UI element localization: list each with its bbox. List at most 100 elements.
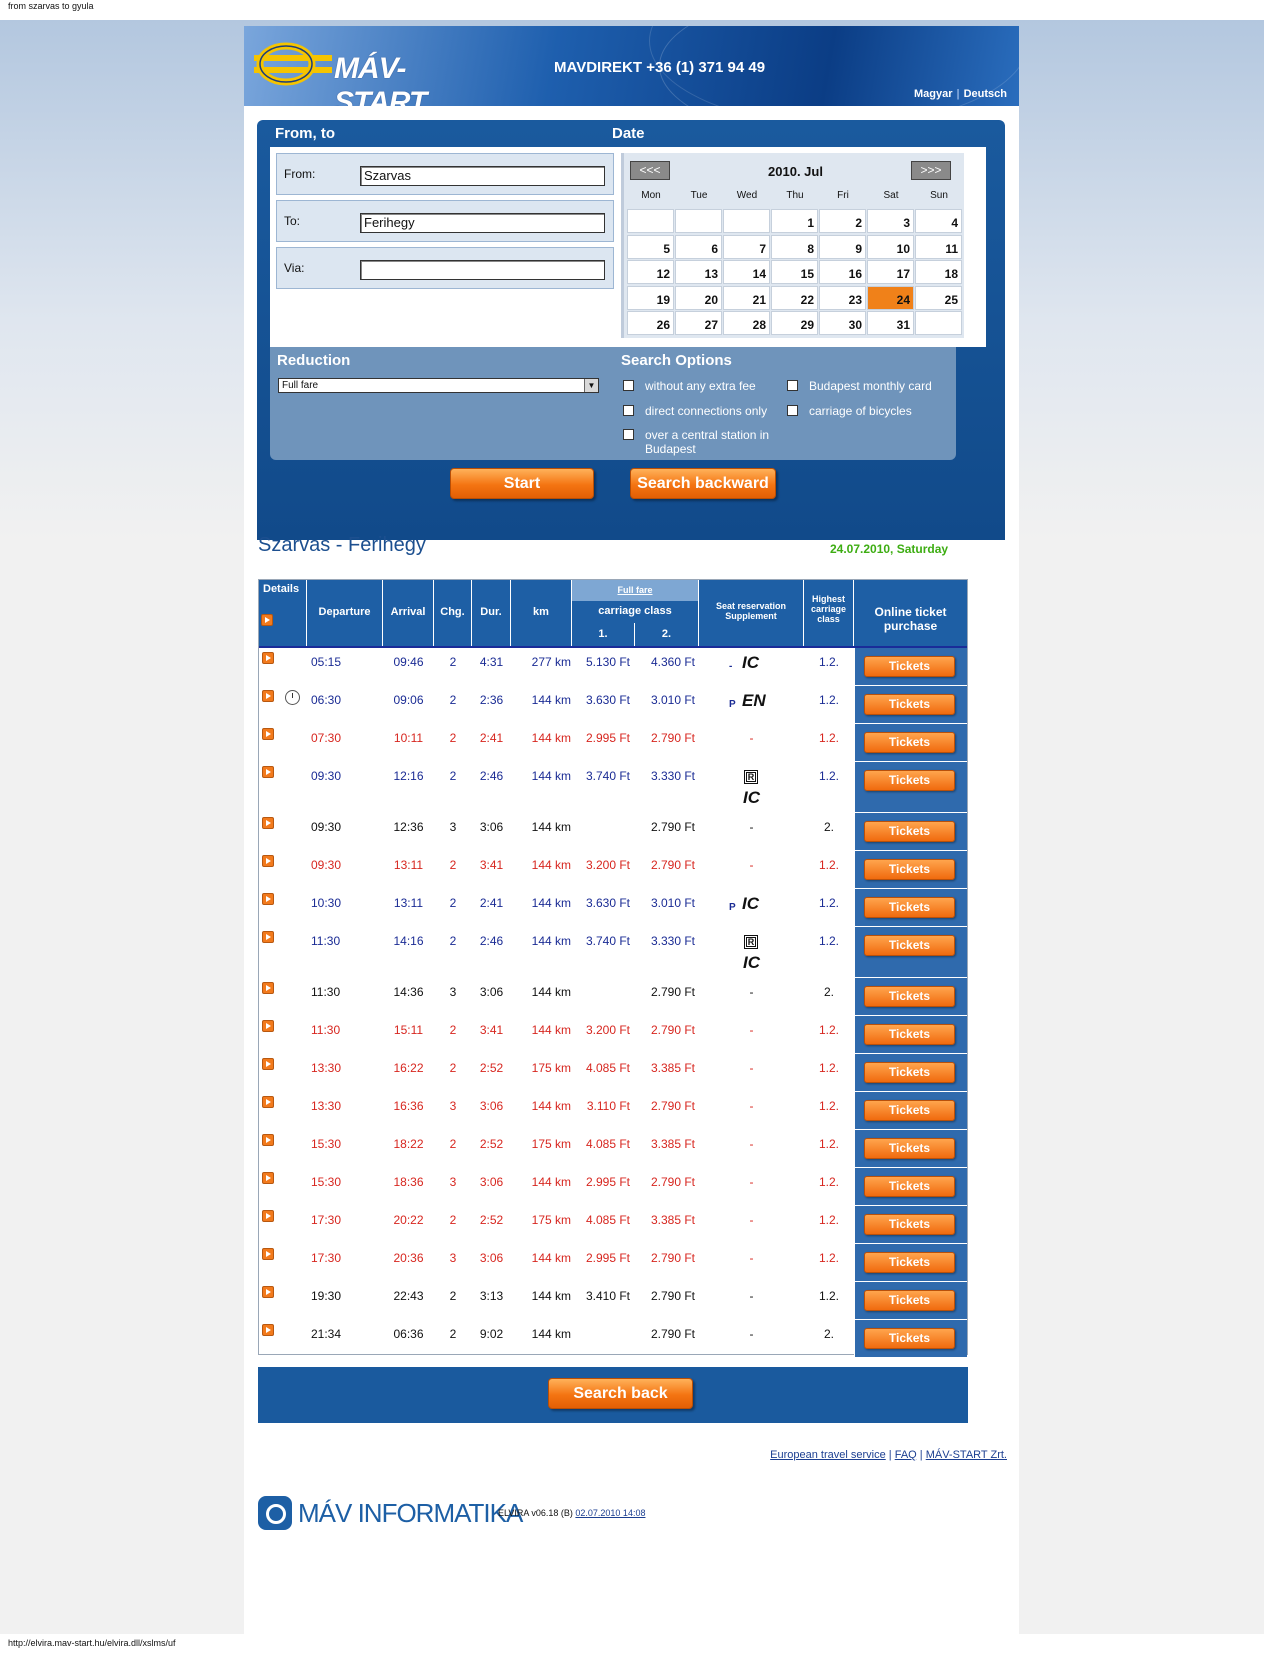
- calendar-day-3[interactable]: 3: [867, 209, 914, 233]
- calendar-day-28[interactable]: 28: [723, 311, 770, 335]
- calendar-day-21[interactable]: 21: [723, 285, 770, 310]
- play-icon[interactable]: [262, 1058, 274, 1070]
- checkbox[interactable]: [623, 405, 634, 416]
- play-icon[interactable]: [262, 817, 274, 829]
- tickets-button[interactable]: Tickets: [864, 1328, 955, 1349]
- cell-chg: 2: [449, 1137, 457, 1151]
- play-icon[interactable]: [262, 1134, 274, 1146]
- tickets-button[interactable]: Tickets: [864, 935, 955, 956]
- calendar-day-13[interactable]: 13: [675, 260, 722, 284]
- calendar-day-11[interactable]: 11: [915, 234, 962, 259]
- calendar-day-7[interactable]: 7: [723, 234, 770, 259]
- play-icon[interactable]: [262, 1172, 274, 1184]
- tickets-button[interactable]: Tickets: [864, 1100, 955, 1121]
- checkbox[interactable]: [787, 405, 798, 416]
- checkbox[interactable]: [787, 380, 798, 391]
- calendar-day-26[interactable]: 26: [627, 311, 674, 335]
- lang-deutsch-link[interactable]: Deutsch: [964, 88, 1007, 100]
- footer-link-faq[interactable]: FAQ: [895, 1449, 917, 1461]
- cell-dep: 10:30: [311, 896, 342, 910]
- table-row: 09:30 12:16 2 2:46 144 km 3.740 Ft 3.330 Ft 1.2…: [259, 762, 967, 813]
- tickets-button[interactable]: Tickets: [864, 694, 955, 715]
- tickets-button[interactable]: Tickets: [864, 1176, 955, 1197]
- play-icon[interactable]: [262, 652, 274, 664]
- calendar-day-31[interactable]: 31: [867, 311, 914, 335]
- calendar-day-4[interactable]: 4: [915, 209, 962, 233]
- tickets-button[interactable]: Tickets: [864, 986, 955, 1007]
- calendar-day-5[interactable]: 5: [627, 234, 674, 259]
- cell-dep: 06:30: [311, 693, 342, 707]
- calendar-day-14[interactable]: 14: [723, 260, 770, 284]
- next-month-button[interactable]: >>>: [911, 161, 951, 180]
- play-icon[interactable]: [262, 1286, 274, 1298]
- calendar-day-8[interactable]: 8: [771, 234, 818, 259]
- tickets-button[interactable]: Tickets: [864, 1062, 955, 1083]
- play-icon[interactable]: [262, 728, 274, 740]
- calendar-day-25[interactable]: 25: [915, 285, 962, 310]
- full-fare-link[interactable]: Full fare: [572, 580, 699, 601]
- tickets-button[interactable]: Tickets: [864, 821, 955, 842]
- search-back-button[interactable]: Search back: [548, 1378, 693, 1409]
- calendar-day-15[interactable]: 15: [771, 260, 818, 284]
- play-icon[interactable]: [262, 1096, 274, 1108]
- tickets-button[interactable]: Tickets: [864, 656, 955, 677]
- play-icon[interactable]: [261, 614, 273, 626]
- play-icon[interactable]: [262, 982, 274, 994]
- play-icon[interactable]: [262, 855, 274, 867]
- calendar-day-30[interactable]: 30: [819, 311, 866, 335]
- calendar-day-1[interactable]: 1: [771, 209, 818, 233]
- tickets-button[interactable]: Tickets: [864, 1214, 955, 1235]
- play-icon[interactable]: [262, 1324, 274, 1336]
- footer-link-european-travel[interactable]: European travel service: [770, 1449, 886, 1461]
- play-icon[interactable]: [262, 931, 274, 943]
- tickets-button[interactable]: Tickets: [864, 1290, 955, 1311]
- play-icon[interactable]: [262, 1210, 274, 1222]
- play-icon[interactable]: [262, 1248, 274, 1260]
- calendar-day-16[interactable]: 16: [819, 260, 866, 284]
- footer-link-mav-start[interactable]: MÁV-START Zrt.: [926, 1449, 1007, 1461]
- tickets-button[interactable]: Tickets: [864, 732, 955, 753]
- cell-hcc: 1.2.: [818, 1213, 839, 1227]
- calendar-day-29[interactable]: 29: [771, 311, 818, 335]
- tickets-button[interactable]: Tickets: [864, 1024, 955, 1045]
- tickets-button[interactable]: Tickets: [864, 897, 955, 918]
- calendar-day-17[interactable]: 17: [867, 260, 914, 284]
- calendar-day-27[interactable]: 27: [675, 311, 722, 335]
- calendar-day-23[interactable]: 23: [819, 285, 866, 310]
- play-icon[interactable]: [262, 766, 274, 778]
- window-title: from szarvas to gyula: [0, 0, 1264, 20]
- cell-arr: 20:22: [393, 1213, 424, 1227]
- tickets-button[interactable]: Tickets: [864, 1252, 955, 1273]
- calendar-day-10[interactable]: 10: [867, 234, 914, 259]
- calendar-day-12[interactable]: 12: [627, 260, 674, 284]
- search-backward-button[interactable]: Search backward: [630, 468, 776, 499]
- calendar-day-22[interactable]: 22: [771, 285, 818, 310]
- ticket-cell: Tickets: [854, 813, 967, 851]
- via-input[interactable]: [360, 260, 605, 280]
- tickets-button[interactable]: Tickets: [864, 859, 955, 880]
- from-input[interactable]: Szarvas: [360, 166, 605, 186]
- cell-dur: 2:52: [479, 1137, 504, 1151]
- checkbox[interactable]: [623, 429, 634, 440]
- calendar-day-20[interactable]: 20: [675, 285, 722, 310]
- reduction-select[interactable]: Full fare ▼: [278, 378, 599, 393]
- calendar-day-6[interactable]: 6: [675, 234, 722, 259]
- calendar-day-2[interactable]: 2: [819, 209, 866, 233]
- calendar-day-18[interactable]: 18: [915, 260, 962, 284]
- play-icon[interactable]: [262, 1020, 274, 1032]
- calendar-day-24[interactable]: 24: [867, 285, 914, 310]
- cell-arr: 12:16: [393, 769, 424, 783]
- play-icon[interactable]: [262, 690, 274, 702]
- play-icon[interactable]: [262, 893, 274, 905]
- checkbox[interactable]: [623, 380, 634, 391]
- calendar-day-19[interactable]: 19: [627, 285, 674, 310]
- cell-chg: 2: [449, 1213, 457, 1227]
- start-button[interactable]: Start: [450, 468, 594, 499]
- tickets-button[interactable]: Tickets: [864, 1138, 955, 1159]
- to-input[interactable]: Ferihegy: [360, 213, 605, 233]
- calendar-day-9[interactable]: 9: [819, 234, 866, 259]
- lang-magyar-link[interactable]: Magyar: [914, 88, 953, 100]
- version-date-link[interactable]: 02.07.2010 14:08: [575, 1508, 645, 1518]
- mav-start-logo[interactable]: MÁV-START: [254, 40, 474, 106]
- tickets-button[interactable]: Tickets: [864, 770, 955, 791]
